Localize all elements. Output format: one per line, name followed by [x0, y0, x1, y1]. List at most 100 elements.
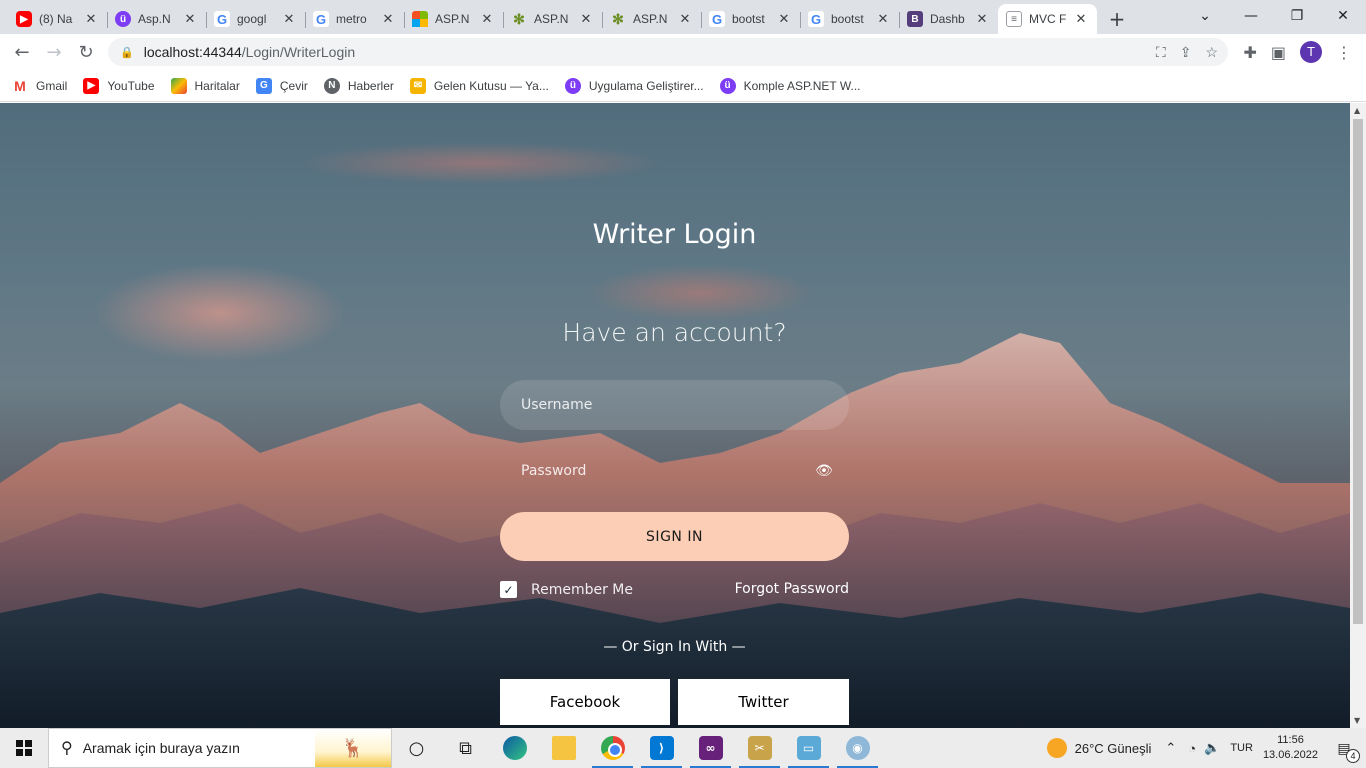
chevron-up-icon[interactable]: ⌃ [1165, 740, 1176, 756]
bookmark-item[interactable]: G Çevir [255, 77, 308, 94]
snipping-tool-icon: ✂ [747, 736, 772, 760]
vscode-icon: ⟩ [649, 736, 674, 760]
browser-tab[interactable]: ≡ MVC F ✕ [998, 4, 1097, 34]
edge-taskbar-button[interactable] [490, 728, 539, 768]
close-tab-icon[interactable]: ✕ [83, 11, 99, 27]
close-tab-icon[interactable]: ✕ [578, 11, 594, 27]
username-input[interactable] [500, 380, 849, 430]
visual-studio-taskbar-button[interactable]: ∞ [686, 728, 735, 768]
remember-me-label: Remember Me [531, 581, 633, 598]
bookmark-item[interactable]: ▶ YouTube [83, 77, 155, 94]
translate-icon[interactable]: ⛶ [1156, 44, 1166, 61]
browser-tab[interactable]: ASP.N ✕ [404, 4, 503, 34]
notepad-taskbar-button[interactable]: ▭ [784, 728, 833, 768]
remember-me-checkbox[interactable]: ✓ Remember Me [500, 581, 633, 598]
browser-tab[interactable]: Gbootst ✕ [701, 4, 800, 34]
search-highlight-image[interactable]: 🦌 [315, 729, 391, 767]
visual-studio-icon: ∞ [698, 736, 723, 760]
start-button[interactable] [0, 728, 48, 768]
paint-taskbar-button[interactable]: ◉ [833, 728, 882, 768]
forgot-password-link[interactable]: Forgot Password [735, 581, 849, 597]
bookmark-star-icon[interactable]: ☆ [1205, 44, 1218, 61]
close-tab-icon[interactable]: ✕ [479, 11, 495, 27]
browser-tab[interactable]: Gmetro ✕ [305, 4, 404, 34]
form-subtitle: Have an account? [562, 318, 787, 347]
password-input[interactable] [500, 446, 849, 496]
maximize-button[interactable]: ❐ [1274, 0, 1320, 32]
minimize-button[interactable]: — [1228, 0, 1274, 32]
browser-tab[interactable]: ✻ ASP.N ✕ [602, 4, 701, 34]
profile-avatar[interactable]: T [1300, 41, 1322, 63]
close-tab-icon[interactable]: ✕ [776, 11, 792, 27]
chrome-icon [600, 736, 625, 760]
address-bar[interactable]: 🔒 localhost:44344/Login/WriterLogin ⛶ ⇪ … [108, 38, 1228, 66]
scroll-up-icon[interactable]: ▲ [1354, 106, 1360, 115]
reload-button[interactable]: ↻ [70, 36, 102, 68]
maps-icon [170, 77, 187, 94]
twitter-button[interactable]: Twitter [678, 679, 849, 725]
weather-sun-icon[interactable] [1046, 738, 1067, 758]
bookmark-label: Haberler [347, 78, 394, 93]
bookmark-item[interactable]: Haritalar [170, 77, 240, 94]
inbox-icon: ✉ [409, 77, 426, 94]
bookmark-item[interactable]: ü Komple ASP.NET W... [719, 77, 861, 94]
volume-icon[interactable]: 🔈 [1204, 740, 1220, 756]
sign-in-button[interactable]: SIGN IN [500, 512, 849, 561]
close-tab-icon[interactable]: ✕ [182, 11, 198, 27]
scrollbar-thumb[interactable] [1353, 119, 1363, 624]
notification-center-icon[interactable]: ▤ 4 [1332, 737, 1360, 763]
bookmark-label: Gelen Kutusu — Ya... [433, 78, 549, 93]
back-button[interactable]: ← [6, 36, 38, 68]
file-explorer-taskbar-button[interactable] [539, 728, 588, 768]
system-tray: 26°C Güneşli ⌃ ◔ 🔈 TUR 11:56 13.06.2022 … [1046, 728, 1366, 768]
browser-tab[interactable]: Gbootst ✕ [800, 4, 899, 34]
browser-tab[interactable]: Ggoogl ✕ [206, 4, 305, 34]
show-password-icon[interactable]: 👁 [814, 461, 834, 481]
close-window-button[interactable]: ✕ [1320, 0, 1366, 32]
new-tab-button[interactable]: + [1097, 4, 1137, 34]
share-icon[interactable]: ⇪ [1180, 44, 1192, 61]
close-tab-icon[interactable]: ✕ [677, 11, 693, 27]
gmail-icon: M [12, 77, 28, 94]
gear-icon: ✻ [612, 10, 624, 27]
bookmark-label: Haritalar [194, 78, 240, 93]
snipping-tool-taskbar-button[interactable]: ✂ [735, 728, 784, 768]
close-tab-icon[interactable]: ✕ [974, 11, 990, 27]
facebook-button[interactable]: Facebook [500, 679, 670, 725]
weather-text[interactable]: 26°C Güneşli [1075, 741, 1152, 756]
close-tab-icon[interactable]: ✕ [875, 11, 891, 27]
bookmark-item[interactable]: ✉ Gelen Kutusu — Ya... [409, 77, 549, 94]
bookmark-label: Çevir [279, 78, 308, 93]
side-panel-icon[interactable]: ▣ [1271, 43, 1286, 62]
bookmark-item[interactable]: M Gmail [12, 77, 68, 94]
clock[interactable]: 11:56 13.06.2022 [1263, 733, 1318, 763]
chrome-taskbar-button[interactable] [588, 728, 637, 768]
checkmark-icon[interactable]: ✓ [500, 581, 517, 598]
taskbar-search-placeholder: Aramak için buraya yazın [82, 740, 240, 756]
tab-title: bootst [732, 12, 765, 26]
bookmark-item[interactable]: N Haberler [323, 77, 394, 94]
tab-search-icon[interactable]: ⌄ [1182, 0, 1228, 32]
close-tab-icon[interactable]: ✕ [380, 11, 396, 27]
bookmark-label: Gmail [36, 78, 68, 93]
cortana-icon[interactable]: ○ [392, 728, 441, 768]
language-indicator[interactable]: TUR [1230, 742, 1253, 754]
vscode-taskbar-button[interactable]: ⟩ [637, 728, 686, 768]
tab-title: bootst [831, 12, 864, 26]
close-tab-icon[interactable]: ✕ [1073, 11, 1089, 27]
lock-icon[interactable]: 🔒 [120, 46, 134, 59]
network-icon[interactable]: ◔ [1188, 741, 1196, 756]
browser-tab[interactable]: ▶ (8) Na ✕ [8, 4, 107, 34]
forward-button[interactable]: → [38, 36, 70, 68]
browser-tab[interactable]: ✻ ASP.N ✕ [503, 4, 602, 34]
page-scrollbar[interactable]: ▲ ▼ [1350, 103, 1366, 728]
close-tab-icon[interactable]: ✕ [281, 11, 297, 27]
browser-tab[interactable]: B Dashb ✕ [899, 4, 998, 34]
menu-kebab-icon[interactable]: ⋮ [1336, 43, 1352, 62]
task-view-icon[interactable]: ⧉ [441, 728, 490, 768]
extensions-icon[interactable]: ✚ [1243, 43, 1256, 62]
scroll-down-icon[interactable]: ▼ [1354, 716, 1360, 725]
bookmark-item[interactable]: ü Uygulama Geliştirer... [564, 77, 704, 94]
browser-tab[interactable]: ü Asp.N ✕ [107, 4, 206, 34]
taskbar-search-box[interactable]: ⚲ Aramak için buraya yazın 🦌 [48, 728, 392, 768]
